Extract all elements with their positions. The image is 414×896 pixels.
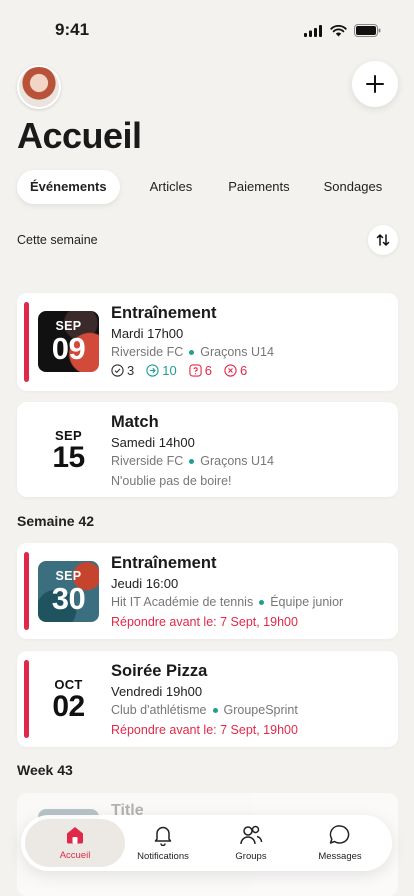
x-circle-icon xyxy=(224,364,237,377)
message-icon xyxy=(329,825,350,844)
nav-messages[interactable]: Messages xyxy=(296,815,384,871)
event-meta: Hit IT Académie de tennis Équipe junior xyxy=(111,595,343,609)
nav-notifications[interactable]: Notifications xyxy=(119,815,207,871)
stat-declined: 6 xyxy=(224,363,247,378)
event-card[interactable]: OCT 02 Soirée Pizza Vendredi 19h00 Club … xyxy=(17,651,398,747)
wifi-icon xyxy=(330,24,347,36)
event-day: 09 xyxy=(51,330,86,366)
question-square-icon xyxy=(189,364,202,377)
event-title: Entraînement xyxy=(111,304,217,322)
stat-invited-count: 10 xyxy=(162,363,177,378)
event-meta: Club d'athlétisme GroupeSprint xyxy=(111,703,298,717)
sort-arrows-icon xyxy=(376,234,390,246)
event-team: Graçons U14 xyxy=(200,454,274,468)
team-dot xyxy=(259,599,265,605)
event-title: Soirée Pizza xyxy=(111,662,208,680)
event-club: Hit IT Académie de tennis xyxy=(111,595,254,609)
event-title: Entraînement xyxy=(111,554,217,572)
event-day: 15 xyxy=(52,440,85,474)
avatar[interactable] xyxy=(17,65,61,109)
stat-unknown-count: 6 xyxy=(204,363,212,378)
event-rsvp-deadline: Répondre avant le: 7 Sept, 19h00 xyxy=(111,615,298,629)
event-team: Équipe junior xyxy=(270,595,344,609)
team-dot xyxy=(189,458,195,464)
event-accent-bar xyxy=(24,552,29,630)
battery-icon xyxy=(354,24,381,37)
stat-going-count: 3 xyxy=(127,363,135,378)
bell-icon xyxy=(154,826,172,846)
arrow-right-circle-icon xyxy=(146,364,159,377)
nav-messages-label: Messages xyxy=(318,851,362,862)
event-meta: Riverside FC Graçons U14 xyxy=(111,454,274,468)
event-card[interactable]: SEP 15 Match Samedi 14h00 Riverside FC G… xyxy=(17,402,398,497)
event-time: Samedi 14h00 xyxy=(111,435,195,450)
nav-home[interactable]: Accueil xyxy=(25,819,125,867)
event-date-tile: SEP 09 xyxy=(38,311,99,372)
nav-groups[interactable]: Groups xyxy=(207,815,295,871)
team-dot xyxy=(189,349,195,355)
section-label: Semaine 42 xyxy=(17,513,95,529)
event-day: 02 xyxy=(52,689,85,723)
home-icon xyxy=(67,827,83,844)
event-accent-bar xyxy=(24,660,29,738)
add-button[interactable] xyxy=(352,61,398,107)
check-circle-icon xyxy=(111,364,124,377)
event-card[interactable]: SEP 30 Entraînement Jeudi 16:00 Hit IT A… xyxy=(17,543,398,639)
attendance-stats: 3 10 6 6 xyxy=(111,363,247,378)
event-rsvp-deadline: Répondre avant le: 7 Sept, 19h00 xyxy=(111,723,298,737)
nav-groups-label: Groups xyxy=(235,851,267,862)
event-note: N'oublie pas de boire! xyxy=(111,474,232,488)
event-meta: Riverside FC Graçons U14 xyxy=(111,345,274,359)
event-team: Graçons U14 xyxy=(200,345,274,359)
stat-unknown: 6 xyxy=(189,363,212,378)
event-club: Club d'athlétisme xyxy=(111,703,207,717)
cellular-signal-icon xyxy=(304,24,322,37)
event-day: 30 xyxy=(51,580,86,616)
section-label: Week 43 xyxy=(17,762,73,778)
event-time: Vendredi 19h00 xyxy=(111,684,203,699)
status-time: 9:41 xyxy=(55,20,90,39)
event-card[interactable]: SEP 09 Entraînement Mardi 17h00 Riversid… xyxy=(17,293,398,391)
event-date-tile: SEP 15 xyxy=(38,420,99,481)
stat-invited: 10 xyxy=(146,363,177,378)
team-dot xyxy=(212,707,218,713)
event-title: Match xyxy=(111,413,159,431)
filter-label[interactable]: Cette semaine xyxy=(17,233,98,247)
tab-payments[interactable]: Paiements xyxy=(215,170,302,204)
event-club: Riverside FC xyxy=(111,454,184,468)
event-time: Jeudi 16:00 xyxy=(111,576,179,591)
event-month: SEP xyxy=(55,427,82,443)
tab-bar: Événements Articles Paiements Sondages xyxy=(17,169,395,205)
event-club: Riverside FC xyxy=(111,345,184,359)
tab-articles[interactable]: Articles xyxy=(137,170,206,204)
sort-button[interactable] xyxy=(368,225,398,255)
event-time: Mardi 17h00 xyxy=(111,326,184,341)
event-team: GroupeSprint xyxy=(223,703,298,717)
nav-notifications-label: Notifications xyxy=(137,851,189,862)
tab-polls[interactable]: Sondages xyxy=(311,170,396,204)
bottom-navigation: Accueil Notifications Groups Messages xyxy=(21,815,392,871)
stat-declined-count: 6 xyxy=(239,363,248,378)
plus-icon xyxy=(366,75,384,93)
users-icon xyxy=(240,825,263,845)
event-month: OCT xyxy=(54,676,83,692)
page-title: Accueil xyxy=(17,115,142,156)
event-date-tile: OCT 02 xyxy=(38,669,99,730)
event-accent-bar xyxy=(24,302,29,382)
status-icons xyxy=(304,24,381,37)
status-bar: 9:41 xyxy=(0,0,414,58)
nav-home-label: Accueil xyxy=(59,850,91,861)
event-date-tile: SEP 30 xyxy=(38,561,99,622)
stat-going: 3 xyxy=(111,363,134,378)
tab-events[interactable]: Événements xyxy=(17,170,120,204)
